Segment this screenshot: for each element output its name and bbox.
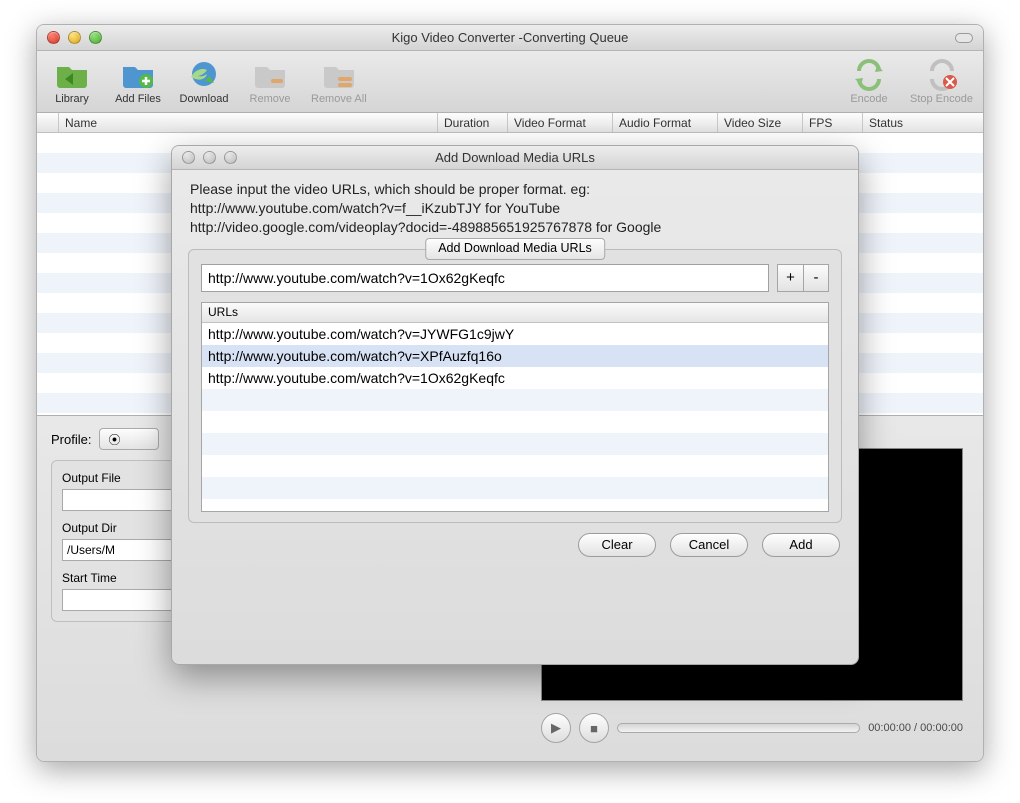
- col-audio-format[interactable]: Audio Format: [613, 113, 718, 132]
- play-icon: ▶: [551, 720, 561, 736]
- timecode: 00:00:00 / 00:00:00: [868, 722, 963, 734]
- dvd-icon: ⦿: [108, 431, 120, 448]
- seek-slider[interactable]: [617, 723, 860, 733]
- encode-icon: [852, 59, 886, 91]
- stop-encode-button[interactable]: Stop Encode: [910, 59, 973, 105]
- clear-button[interactable]: Clear: [578, 533, 656, 557]
- encode-button[interactable]: Encode: [844, 59, 894, 105]
- dialog-title: Add Download Media URLs: [172, 150, 858, 165]
- urls-group: Add Download Media URLs + - URLs http://…: [188, 249, 842, 523]
- library-button[interactable]: Library: [47, 59, 97, 105]
- toolbar: Library Add Files Download Remove Remove…: [37, 51, 983, 113]
- url-list-empty-row: [202, 499, 828, 512]
- urls-group-legend: Add Download Media URLs: [425, 238, 605, 260]
- profile-label: Profile:: [51, 432, 91, 447]
- url-list-header[interactable]: URLs: [202, 303, 828, 323]
- row-handle-col: [37, 113, 59, 132]
- download-icon: [187, 59, 221, 91]
- library-label: Library: [55, 93, 89, 105]
- download-button[interactable]: Download: [179, 59, 229, 105]
- instructions-line2: http://www.youtube.com/watch?v=f__iKzubT…: [190, 199, 840, 218]
- play-button[interactable]: ▶: [541, 713, 571, 743]
- col-video-format[interactable]: Video Format: [508, 113, 613, 132]
- remove-all-icon: [322, 59, 356, 91]
- dialog-buttons: Clear Cancel Add: [172, 533, 858, 571]
- stop-button[interactable]: ■: [579, 713, 609, 743]
- remove-all-label: Remove All: [311, 93, 367, 105]
- col-fps[interactable]: FPS: [803, 113, 863, 132]
- url-list-item[interactable]: http://www.youtube.com/watch?v=JYWFG1c9j…: [202, 323, 828, 345]
- remove-button[interactable]: Remove: [245, 59, 295, 105]
- download-label: Download: [180, 93, 229, 105]
- remove-icon: [253, 59, 287, 91]
- remove-url-button[interactable]: -: [803, 264, 829, 292]
- url-list-empty-row: [202, 389, 828, 411]
- url-list-empty-row: [202, 433, 828, 455]
- col-duration[interactable]: Duration: [438, 113, 508, 132]
- instructions-line1: Please input the video URLs, which shoul…: [190, 180, 840, 199]
- add-files-button[interactable]: Add Files: [113, 59, 163, 105]
- stop-encode-icon: [925, 59, 959, 91]
- cancel-button[interactable]: Cancel: [670, 533, 748, 557]
- add-files-label: Add Files: [115, 93, 161, 105]
- window-title: Kigo Video Converter -Converting Queue: [37, 30, 983, 45]
- dialog-titlebar: Add Download Media URLs: [172, 146, 858, 170]
- url-list-item[interactable]: http://www.youtube.com/watch?v=XPfAuzfq1…: [202, 345, 828, 367]
- remove-all-button[interactable]: Remove All: [311, 59, 367, 105]
- url-list-empty-row: [202, 411, 828, 433]
- profile-select[interactable]: ⦿: [99, 428, 159, 450]
- col-video-size[interactable]: Video Size: [718, 113, 803, 132]
- add-url-button[interactable]: +: [777, 264, 803, 292]
- toolbar-toggle-icon[interactable]: [955, 33, 973, 43]
- add-button[interactable]: Add: [762, 533, 840, 557]
- add-files-icon: [121, 59, 155, 91]
- url-list-item[interactable]: http://www.youtube.com/watch?v=1Ox62gKeq…: [202, 367, 828, 389]
- stop-icon: ■: [590, 721, 598, 736]
- queue-table-header: Name Duration Video Format Audio Format …: [37, 113, 983, 133]
- transport-controls: ▶ ■ 00:00:00 / 00:00:00: [535, 707, 969, 749]
- url-list-empty-row: [202, 477, 828, 499]
- url-input[interactable]: [201, 264, 769, 292]
- remove-label: Remove: [250, 93, 291, 105]
- url-list-empty-row: [202, 455, 828, 477]
- instructions-line3: http://video.google.com/videoplay?docid=…: [190, 218, 840, 237]
- stop-encode-label: Stop Encode: [910, 93, 973, 105]
- col-name[interactable]: Name: [59, 113, 438, 132]
- main-titlebar: Kigo Video Converter -Converting Queue: [37, 25, 983, 51]
- url-list: URLs http://www.youtube.com/watch?v=JYWF…: [201, 302, 829, 512]
- encode-label: Encode: [850, 93, 887, 105]
- dialog-instructions: Please input the video URLs, which shoul…: [172, 170, 858, 243]
- library-icon: [55, 59, 89, 91]
- add-urls-dialog: Add Download Media URLs Please input the…: [171, 145, 859, 665]
- col-status[interactable]: Status: [863, 113, 983, 132]
